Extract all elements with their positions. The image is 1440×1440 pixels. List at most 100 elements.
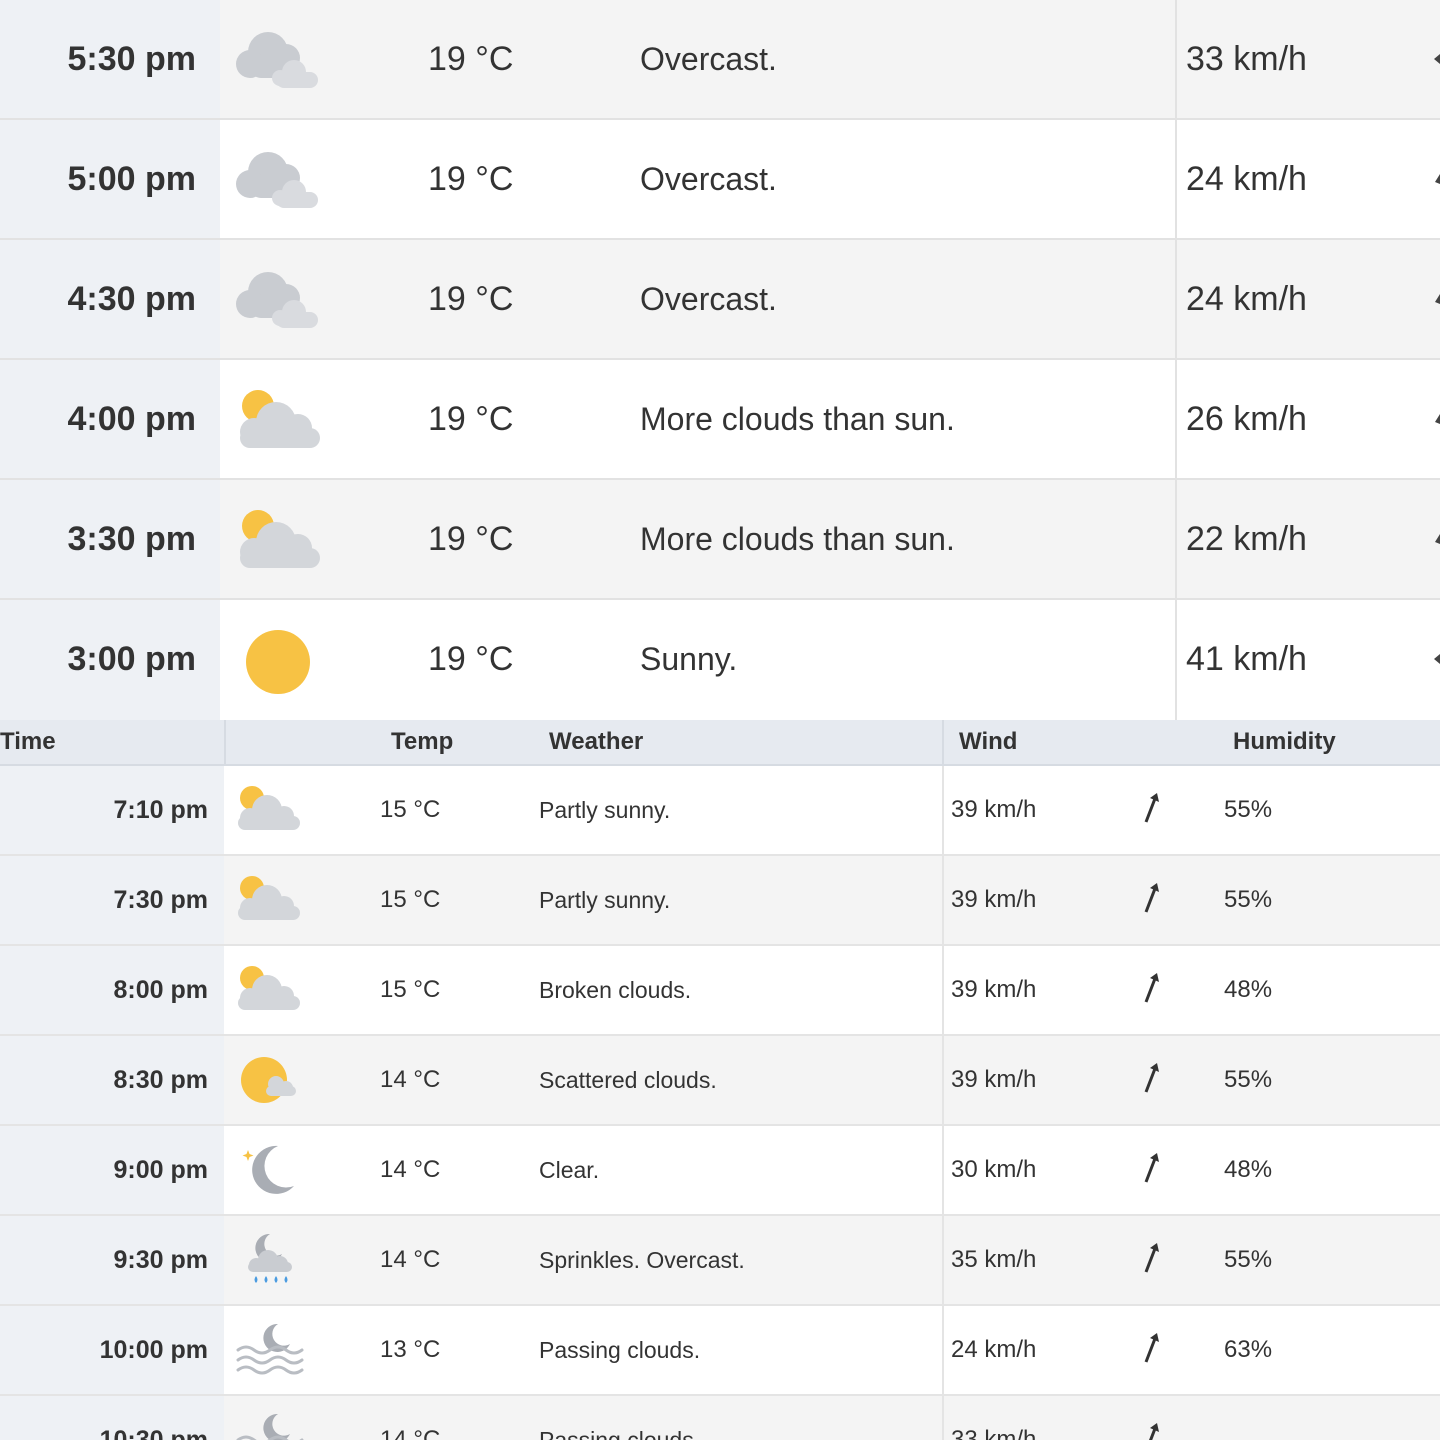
temperature-cell: 14 °C [380,1156,441,1183]
time-cell: 8:30 pm [0,1036,224,1124]
humidity-cell: 55% [1224,796,1273,823]
time-cell: 4:00 pm [0,360,220,478]
time-cell: 3:00 pm [0,600,220,722]
wind-speed-cell: 39 km/h [951,976,1037,1003]
humidity-cell: 48% [1224,976,1273,1003]
weather-description: Passing clouds. [539,1427,701,1440]
table-header: Time Temp Weather Wind Humidity [0,720,1440,766]
header-weather[interactable]: Weather [549,720,643,764]
table-row: 4:00 pm 19 °C More clouds than sun. 26 k… [0,360,1440,480]
header-wind[interactable]: Wind [959,720,1017,764]
time-cell: 7:30 pm [0,856,224,944]
wind-speed-cell: 39 km/h [951,886,1037,913]
table-row: 9:30 pm 14 °C Sprinkles. Overcast. 35 km… [0,1216,1440,1306]
wind-direction-arrow-icon [1435,534,1440,544]
wind-speed-cell: 30 km/h [951,1156,1037,1183]
temperature-cell: 19 °C [428,400,514,438]
moon-fog-icon [236,1323,304,1375]
humidity-cell: 48% [1224,1156,1273,1183]
column-divider [1175,360,1177,478]
column-divider [1175,480,1177,598]
sun-small-cloud-icon [241,1057,296,1103]
weather-description: Passing clouds. [539,1337,701,1363]
weather-description: Overcast. [640,161,777,197]
wind-speed-cell: 26 km/h [1186,400,1307,438]
column-divider [942,856,944,944]
weather-description: Overcast. [640,41,777,77]
column-divider [224,720,226,766]
weather-description: Clear. [539,1157,600,1183]
humidity-cell: 55% [1224,1246,1273,1273]
weather-description: Broken clouds. [539,977,692,1003]
wind-speed-cell: 33 km/h [951,1426,1037,1440]
weather-description: Overcast. [640,281,777,317]
wind-direction-arrow-icon [1144,973,1159,1003]
column-divider [1175,600,1177,722]
wind-direction-arrow-icon [1149,1423,1159,1440]
time-cell: 9:00 pm [0,1126,224,1214]
time-cell: 10:00 pm [0,1306,224,1394]
sun-icon [246,630,310,694]
temperature-cell: 19 °C [428,160,514,198]
column-divider [1175,120,1177,238]
temperature-cell: 19 °C [428,280,514,318]
wind-speed-cell: 33 km/h [1186,40,1307,78]
weather-description: More clouds than sun. [640,401,955,437]
header-humidity[interactable]: Humidity [1233,720,1336,764]
wind-direction-arrow-icon [1144,883,1159,913]
sun-behind-cloud-icon [238,786,300,830]
moon-fog-icon [236,1413,304,1440]
moon-rain-icon [248,1233,292,1283]
wind-speed-cell: 35 km/h [951,1246,1037,1273]
column-divider [942,720,944,766]
column-divider [942,1126,944,1214]
temperature-cell: 19 °C [428,520,514,558]
temperature-cell: 14 °C [380,1066,441,1093]
table-row: 8:00 pm 15 °C Broken clouds. 39 km/h 48% [0,946,1440,1036]
wind-direction-arrow-icon [1435,174,1440,184]
temperature-cell: 14 °C [380,1426,441,1440]
table-row: 8:30 pm 14 °C Scattered clouds. 39 km/h … [0,1036,1440,1126]
wind-speed-cell: 24 km/h [1186,160,1307,198]
overcast-icon [236,152,318,208]
wind-speed-cell: 24 km/h [951,1336,1037,1363]
wind-direction-arrow-icon [1434,654,1440,664]
sun-behind-cloud-icon [238,876,300,920]
temperature-cell: 14 °C [380,1246,441,1273]
wind-direction-arrow-icon [1434,54,1440,64]
temperature-cell: 19 °C [428,640,514,678]
wind-direction-arrow-icon [1435,294,1440,304]
time-cell: 7:10 pm [0,766,224,854]
column-divider [942,1036,944,1124]
header-time[interactable]: Time [0,720,56,764]
weather-description: Partly sunny. [539,887,671,913]
overcast-icon [236,32,318,88]
table-row: 9:00 pm 14 °C Clear. 30 km/h 48% [0,1126,1440,1216]
overcast-icon [236,272,318,328]
table-row: 3:30 pm 19 °C More clouds than sun. 22 k… [0,480,1440,600]
table-row: 10:00 pm 13 °C Passing clouds. 24 km/h 6… [0,1306,1440,1396]
weather-description: Partly sunny. [539,797,671,823]
wind-speed-cell: 24 km/h [1186,280,1307,318]
wind-direction-arrow-icon [1144,1153,1159,1183]
sun-behind-cloud-icon [240,390,320,448]
temperature-cell: 15 °C [380,976,441,1003]
table-row: 7:10 pm 15 °C Partly sunny. 39 km/h 55% [0,766,1440,856]
column-divider [942,1216,944,1304]
header-temp[interactable]: Temp [391,720,453,764]
time-cell: 10:30 pm [0,1396,224,1440]
time-cell: 5:30 pm [0,0,220,118]
wind-speed-cell: 39 km/h [951,796,1037,823]
sun-behind-cloud-icon [238,966,300,1010]
wind-direction-arrow-icon [1435,414,1440,424]
temperature-cell: 19 °C [428,40,514,78]
forecast-table: Time Temp Weather Wind Humidity 7:10 pm … [0,720,1440,1440]
time-cell: 4:30 pm [0,240,220,358]
weather-description: Scattered clouds. [539,1067,717,1093]
humidity-cell: 55% [1224,886,1273,913]
wind-speed-cell: 39 km/h [951,1066,1037,1093]
sun-behind-cloud-icon [240,510,320,568]
wind-direction-arrow-icon [1144,1333,1159,1363]
column-divider [942,946,944,1034]
column-divider [1175,240,1177,358]
